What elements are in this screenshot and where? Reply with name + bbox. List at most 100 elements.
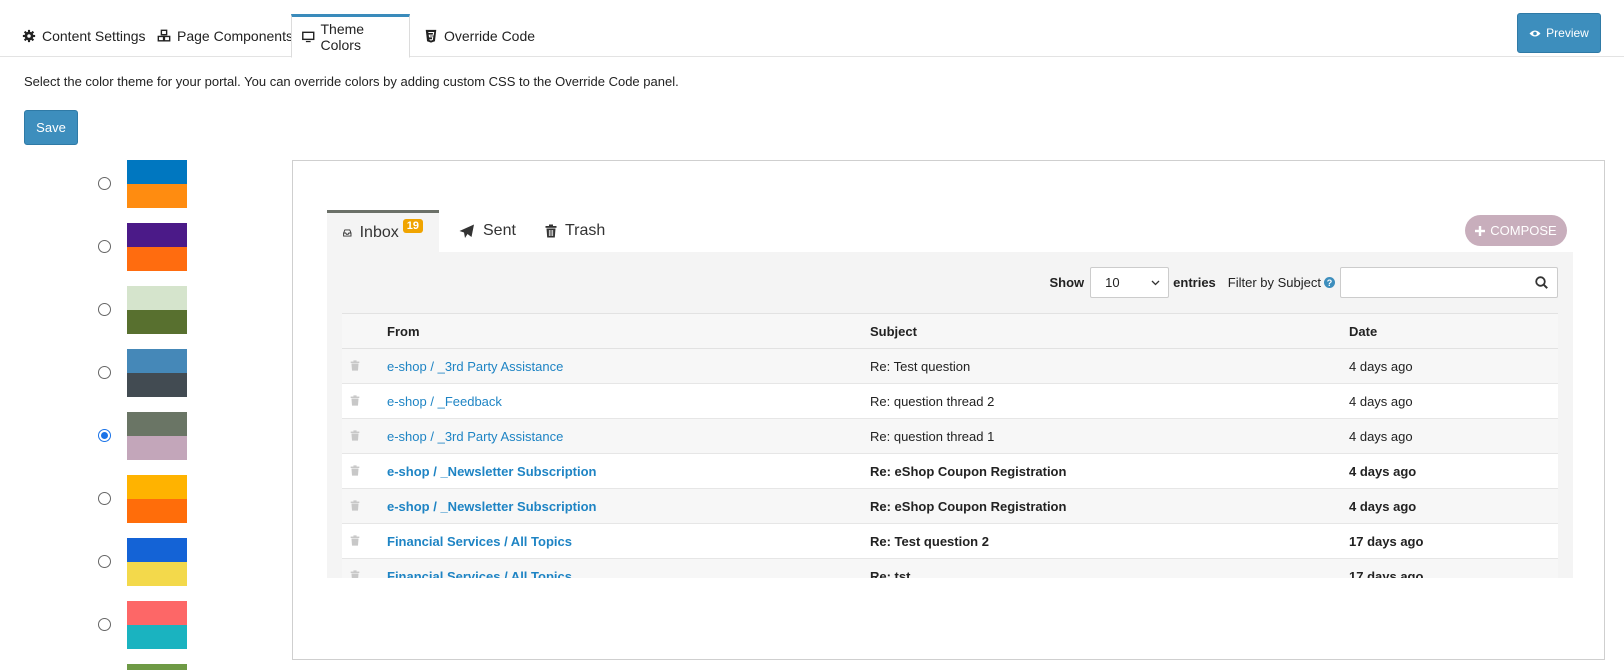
message-from-link[interactable]: e-shop / _Feedback (387, 394, 502, 409)
css3-icon (425, 29, 437, 43)
column-header-from[interactable]: From (387, 313, 870, 349)
theme-radio[interactable] (98, 366, 111, 379)
filter-label: Filter by Subject (1227, 275, 1321, 290)
theme-option[interactable] (98, 538, 188, 586)
gear-icon (22, 29, 36, 42)
table-row[interactable]: Financial Services / All Topics Re: Test… (342, 523, 1558, 559)
message-date: 17 days ago (1349, 523, 1558, 559)
eye-icon (1529, 30, 1541, 36)
tab-label: Sent (483, 222, 516, 239)
message-date: 4 days ago (1349, 418, 1558, 454)
theme-radio[interactable] (98, 618, 111, 631)
trash-icon[interactable] (350, 394, 360, 406)
trash-icon[interactable] (350, 499, 360, 511)
chevron-down-icon (1151, 280, 1160, 285)
theme-option[interactable] (98, 664, 188, 670)
theme-radio[interactable] (98, 492, 111, 505)
trash-icon[interactable] (350, 464, 360, 476)
table-row[interactable]: e-shop / _Newsletter Subscription Re: eS… (342, 453, 1558, 489)
trash-icon[interactable] (350, 534, 360, 546)
compose-label: COMPOSE (1490, 223, 1557, 238)
swatch-secondary (127, 184, 187, 208)
tab-override-code[interactable]: Override Code (414, 14, 545, 57)
swatch-primary (127, 223, 187, 247)
tab-label: Override Code (444, 27, 536, 44)
tab-content-settings[interactable]: Content Settings (12, 14, 156, 57)
compose-button[interactable]: COMPOSE (1465, 215, 1567, 246)
theme-option[interactable] (98, 349, 188, 397)
message-date: 4 days ago (1349, 348, 1558, 384)
swatch-primary (127, 664, 187, 670)
tab-label: Content Settings (42, 27, 146, 44)
theme-radio[interactable] (98, 240, 111, 253)
mailbox-tabs: Inbox 19 Sent Trash COMPOSE (327, 210, 1573, 252)
entries-select[interactable]: 10 (1090, 267, 1170, 298)
table-row[interactable]: e-shop / _3rd Party Assistance Re: Test … (342, 348, 1558, 384)
message-date: 17 days ago (1349, 558, 1558, 578)
message-date: 4 days ago (1349, 383, 1558, 419)
swatch-primary (127, 160, 187, 184)
theme-option[interactable] (98, 601, 188, 649)
mailbox-body: Show 10 entries Filter by Subject ? From… (327, 252, 1573, 578)
swatch-primary (127, 538, 187, 562)
table-row[interactable]: Financial Services / All Topics Re: tst … (342, 558, 1558, 579)
message-from-link[interactable]: e-shop / _3rd Party Assistance (387, 429, 563, 444)
trash-icon[interactable] (350, 429, 360, 441)
column-header-actions (342, 313, 387, 349)
trash-icon[interactable] (350, 359, 360, 371)
filter-search-input[interactable] (1340, 267, 1558, 298)
theme-radio[interactable] (98, 429, 111, 442)
entries-label: entries (1173, 275, 1216, 290)
theme-option[interactable] (98, 475, 188, 523)
tab-trash[interactable]: Trash (545, 210, 605, 252)
entries-value: 10 (1105, 275, 1120, 290)
search-icon[interactable] (1535, 276, 1548, 289)
save-button[interactable]: Save (24, 110, 78, 145)
swatch-secondary (127, 625, 187, 649)
table-row[interactable]: e-shop / _Newsletter Subscription Re: eS… (342, 488, 1558, 524)
column-header-subject[interactable]: Subject (870, 313, 1349, 349)
messages-table: From Subject Date e-shop / _3rd Party As… (342, 313, 1558, 578)
theme-radio[interactable] (98, 177, 111, 190)
table-controls: Show 10 entries Filter by Subject ? (1049, 267, 1558, 298)
swatch-primary (127, 412, 187, 436)
inbox-icon (343, 228, 352, 237)
theme-preview-frame: Inbox 19 Sent Trash COMPOSE Show 10 entr… (292, 160, 1605, 660)
swatch-secondary (127, 310, 187, 334)
message-from-link[interactable]: Financial Services / All Topics (387, 569, 572, 579)
tab-sent[interactable]: Sent (459, 210, 516, 252)
tab-label: Theme Colors (320, 21, 365, 53)
mailbox-preview: Inbox 19 Sent Trash COMPOSE Show 10 entr… (327, 210, 1573, 578)
message-date: 4 days ago (1349, 488, 1558, 524)
swatch-secondary (127, 373, 187, 397)
trash-icon[interactable] (350, 569, 360, 579)
cubes-icon (157, 29, 171, 42)
theme-option[interactable] (98, 412, 188, 460)
message-date: 4 days ago (1349, 453, 1558, 489)
theme-option[interactable] (98, 286, 188, 334)
message-subject: Re: eShop Coupon Registration (870, 488, 1349, 524)
help-icon[interactable]: ? (1324, 277, 1335, 288)
tab-theme-colors[interactable]: Theme Colors (291, 14, 410, 58)
theme-radio[interactable] (98, 555, 111, 568)
settings-tab-bar: Content Settings Page Components Theme C… (0, 0, 1624, 58)
plus-icon (1475, 225, 1486, 236)
message-subject: Re: Test question 2 (870, 523, 1349, 559)
swatch-secondary (127, 562, 187, 586)
message-from-link[interactable]: e-shop / _Newsletter Subscription (387, 499, 597, 514)
message-from-link[interactable]: e-shop / _Newsletter Subscription (387, 464, 597, 479)
preview-button[interactable]: Preview (1517, 13, 1601, 53)
table-row[interactable]: e-shop / _3rd Party Assistance Re: quest… (342, 418, 1558, 454)
column-header-date[interactable]: Date (1349, 313, 1558, 349)
theme-radio[interactable] (98, 303, 111, 316)
tab-page-components[interactable]: Page Components (147, 14, 303, 57)
message-from-link[interactable]: Financial Services / All Topics (387, 534, 572, 549)
swatch-secondary (127, 499, 187, 523)
theme-option[interactable] (98, 160, 188, 208)
tab-label: Inbox (359, 223, 399, 241)
tab-label: Page Components (177, 27, 293, 44)
theme-option[interactable] (98, 223, 188, 271)
table-row[interactable]: e-shop / _Feedback Re: question thread 2… (342, 383, 1558, 419)
tab-inbox[interactable]: Inbox 19 (327, 210, 439, 252)
message-from-link[interactable]: e-shop / _3rd Party Assistance (387, 359, 563, 374)
